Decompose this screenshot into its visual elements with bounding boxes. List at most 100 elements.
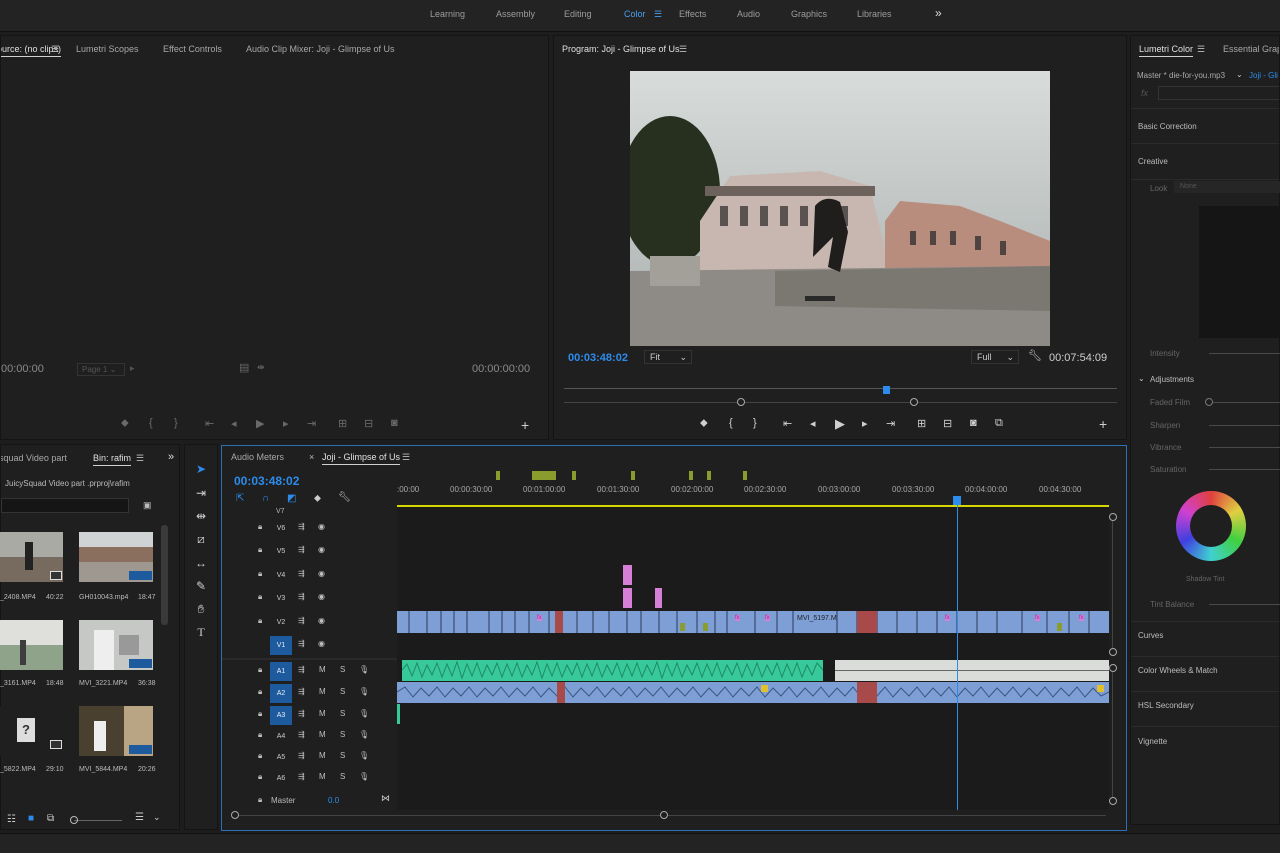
track-id[interactable]: V2 [270, 613, 292, 632]
mark-in-icon[interactable]: { [149, 417, 153, 429]
bin-menu-icon[interactable]: ☰ [136, 453, 144, 464]
clip-thumbnail[interactable] [79, 620, 153, 670]
lock-icon[interactable]: 🔒︎ [258, 592, 262, 602]
master-volume-value[interactable]: 0.0 [328, 796, 339, 805]
timeline-playhead-line[interactable] [957, 505, 958, 810]
microphone-icon[interactable]: 🎙︎ [359, 709, 369, 718]
program-title[interactable]: Program: Joji - Glimpse of Us [562, 44, 680, 54]
close-tab-icon[interactable]: × [309, 452, 314, 462]
section-curves[interactable]: Curves [1138, 631, 1163, 640]
sync-lock-icon[interactable]: ⇶ [298, 592, 305, 601]
bin-scrollbar[interactable] [161, 525, 168, 625]
workspace-editing[interactable]: Editing [564, 9, 592, 19]
track-id[interactable]: V1 [270, 636, 292, 655]
sync-lock-icon[interactable]: ⇶ [298, 709, 305, 718]
tint-balance-slider[interactable] [1209, 604, 1280, 605]
sync-lock-icon[interactable]: ⇶ [298, 545, 305, 554]
track-id[interactable]: A4 [270, 727, 292, 746]
clip-thumbnail[interactable] [79, 706, 153, 756]
sync-lock-icon[interactable]: ⇶ [298, 639, 305, 648]
tab-audio-clip-mixer[interactable]: Audio Clip Mixer: Joji - Glimpse of Us [246, 44, 395, 54]
section-color-wheels[interactable]: Color Wheels & Match [1138, 666, 1218, 675]
lumetri-sequence-label[interactable]: Joji - Gli [1249, 71, 1278, 80]
microphone-icon[interactable]: 🎙︎ [359, 772, 369, 781]
lock-icon[interactable]: 🔒︎ [258, 709, 262, 719]
faded-film-handle[interactable] [1205, 398, 1213, 406]
drag-icon[interactable]: ⇼ [257, 362, 265, 373]
shadow-tint-wheel[interactable] [1176, 491, 1246, 561]
program-zoom-bar[interactable] [564, 402, 1117, 403]
page-dropdown[interactable]: Page 1 ⌄ [77, 363, 125, 376]
sort-icon[interactable]: ☰ [135, 812, 144, 823]
program-video-frame[interactable] [630, 71, 1050, 346]
vibrance-slider[interactable] [1209, 447, 1280, 448]
lock-icon[interactable]: 🔒︎ [258, 772, 262, 782]
workspace-audio[interactable]: Audio [737, 9, 760, 19]
lift-icon[interactable]: ⊞ [917, 417, 926, 430]
sharpen-slider[interactable] [1209, 425, 1280, 426]
sync-lock-icon[interactable]: ⇶ [298, 616, 305, 625]
tab-project[interactable]: squad Video part [1, 453, 67, 463]
mute-button[interactable]: M [319, 772, 326, 781]
audio-clips-a2[interactable] [397, 682, 1109, 703]
freeform-view-icon[interactable]: ⧉ [47, 813, 54, 824]
source-timecode-right[interactable]: 00:00:00:00 [472, 363, 530, 375]
master-end-icon[interactable]: ⋈ [381, 793, 390, 804]
lock-icon[interactable]: 🔒︎ [258, 665, 262, 675]
track-id[interactable]: V6 [270, 519, 292, 538]
track-id[interactable]: A2 [270, 684, 292, 703]
eye-icon[interactable]: ◉ [318, 639, 325, 648]
faded-film-slider[interactable] [1209, 402, 1280, 403]
graphic-clip[interactable] [623, 588, 632, 608]
mute-button[interactable]: M [319, 751, 326, 760]
overwrite-icon[interactable]: ⊟ [364, 417, 373, 430]
sequence-marker[interactable] [532, 471, 556, 480]
more-panels-icon[interactable]: » [168, 451, 174, 463]
section-hsl-secondary[interactable]: HSL Secondary [1138, 701, 1194, 710]
workspace-graphics[interactable]: Graphics [791, 9, 827, 19]
tab-menu-icon[interactable]: ☰ [51, 44, 59, 55]
go-to-in-icon[interactable]: ⇤ [205, 417, 214, 430]
sync-lock-icon[interactable]: ⇶ [298, 772, 305, 781]
mute-button[interactable]: M [319, 730, 326, 739]
sync-lock-icon[interactable]: ⇶ [298, 730, 305, 739]
program-mini-ruler[interactable] [564, 383, 1117, 389]
solo-button[interactable]: S [340, 709, 345, 718]
bin-search-input[interactable] [1, 498, 129, 513]
eye-icon[interactable]: ◉ [318, 545, 325, 554]
hamburger-menu-icon[interactable]: ☰ [654, 9, 662, 20]
add-marker-icon[interactable]: ⬥ [314, 493, 321, 504]
tab-lumetri-scopes[interactable]: Lumetri Scopes [76, 44, 139, 54]
sync-lock-icon[interactable]: ⇶ [298, 665, 305, 674]
track-id[interactable]: A6 [270, 769, 292, 788]
intensity-slider[interactable] [1209, 353, 1280, 354]
timeline-zoom-handle-right[interactable] [660, 811, 668, 819]
mute-button[interactable]: M [319, 665, 326, 674]
workspace-libraries[interactable]: Libraries [857, 9, 892, 19]
selection-tool-icon[interactable]: ➤ [193, 462, 209, 476]
more-workspaces-icon[interactable]: » [935, 6, 942, 20]
icon-view-icon[interactable]: ■ [28, 813, 34, 824]
solo-button[interactable]: S [340, 665, 345, 674]
solo-button[interactable]: S [340, 730, 345, 739]
program-menu-icon[interactable]: ☰ [679, 44, 687, 55]
mark-in-icon[interactable]: { [729, 417, 733, 429]
extract-icon[interactable]: ⊟ [943, 417, 952, 430]
section-creative[interactable]: Creative [1138, 157, 1168, 166]
vertical-scroll-track[interactable] [1112, 521, 1113, 648]
track-id[interactable]: V3 [270, 589, 292, 608]
saturation-slider[interactable] [1209, 469, 1280, 470]
timeline-timecode[interactable]: 00:03:48:02 [234, 474, 299, 488]
program-timecode-current[interactable]: 00:03:48:02 [568, 352, 628, 364]
tab-bin-rafim[interactable]: Bin: rafim [93, 453, 132, 466]
tab-lumetri-color[interactable]: Lumetri Color [1139, 44, 1194, 57]
chevron-down-icon[interactable]: ⌄ [153, 812, 161, 823]
marker-icon[interactable]: ⬥ [121, 417, 129, 430]
fit-dropdown[interactable]: Fit ⌄ [644, 350, 692, 364]
lock-icon[interactable]: 🔒︎ [258, 522, 262, 532]
zoom-handle-left[interactable] [737, 398, 745, 406]
graphic-clip[interactable] [623, 565, 632, 585]
lock-icon[interactable]: 🔒︎ [258, 616, 262, 626]
lock-icon[interactable]: 🔒︎ [258, 751, 262, 761]
source-timecode-left[interactable]: 00:00:00 [1, 363, 44, 375]
